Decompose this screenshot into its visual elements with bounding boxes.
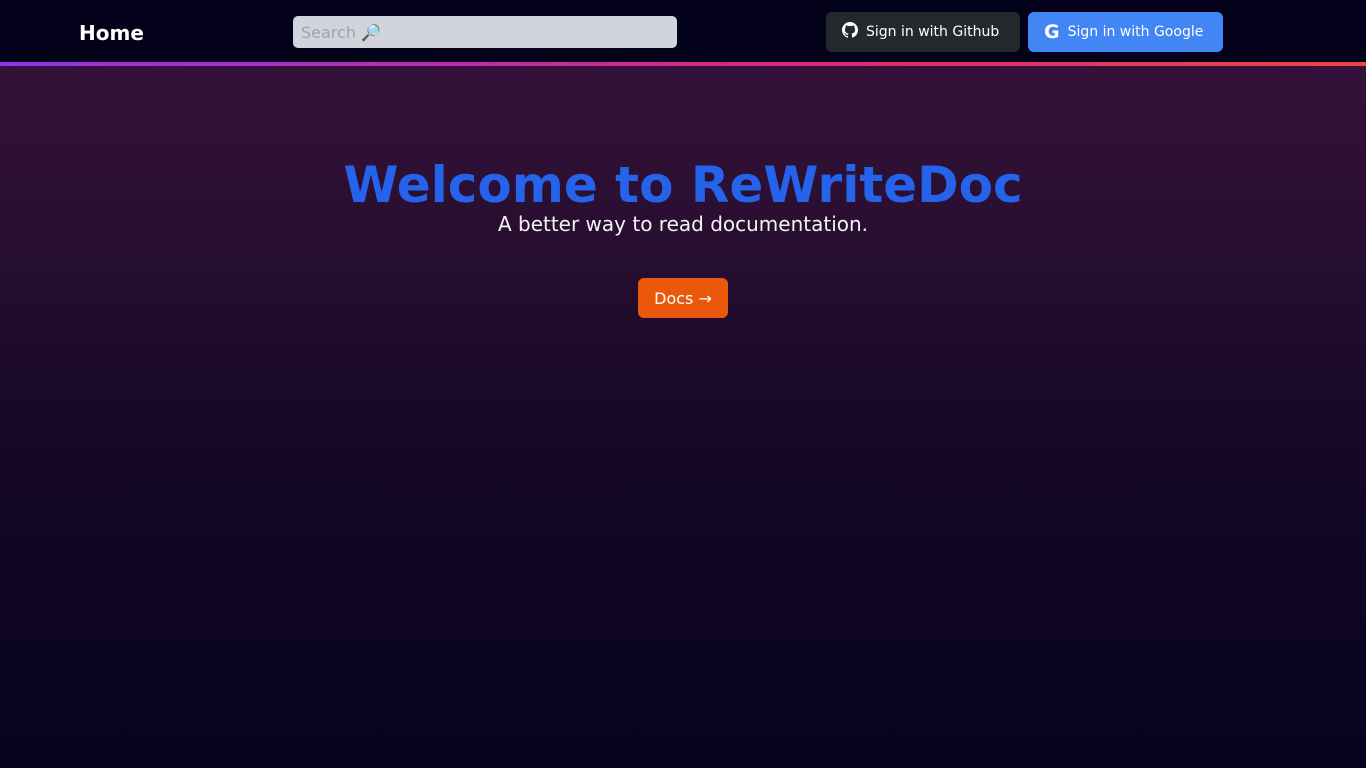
google-icon: G <box>1044 21 1060 43</box>
home-link[interactable]: Home <box>79 21 144 45</box>
google-signin-label: Sign in with Google <box>1067 24 1204 40</box>
github-icon <box>842 22 859 42</box>
navbar: Home Sign in with Github G Sign in with … <box>0 0 1366 62</box>
header-gradient-divider <box>0 62 1366 66</box>
hero-subtitle: A better way to read documentation. <box>497 212 869 236</box>
github-signin-label: Sign in with Github <box>866 24 1000 40</box>
search-input[interactable] <box>293 16 677 48</box>
docs-button[interactable]: Docs → <box>638 278 728 318</box>
google-signin-button[interactable]: G Sign in with Google <box>1028 12 1223 52</box>
github-signin-button[interactable]: Sign in with Github <box>826 12 1020 52</box>
hero-title: Welcome to ReWriteDoc <box>343 156 1023 214</box>
